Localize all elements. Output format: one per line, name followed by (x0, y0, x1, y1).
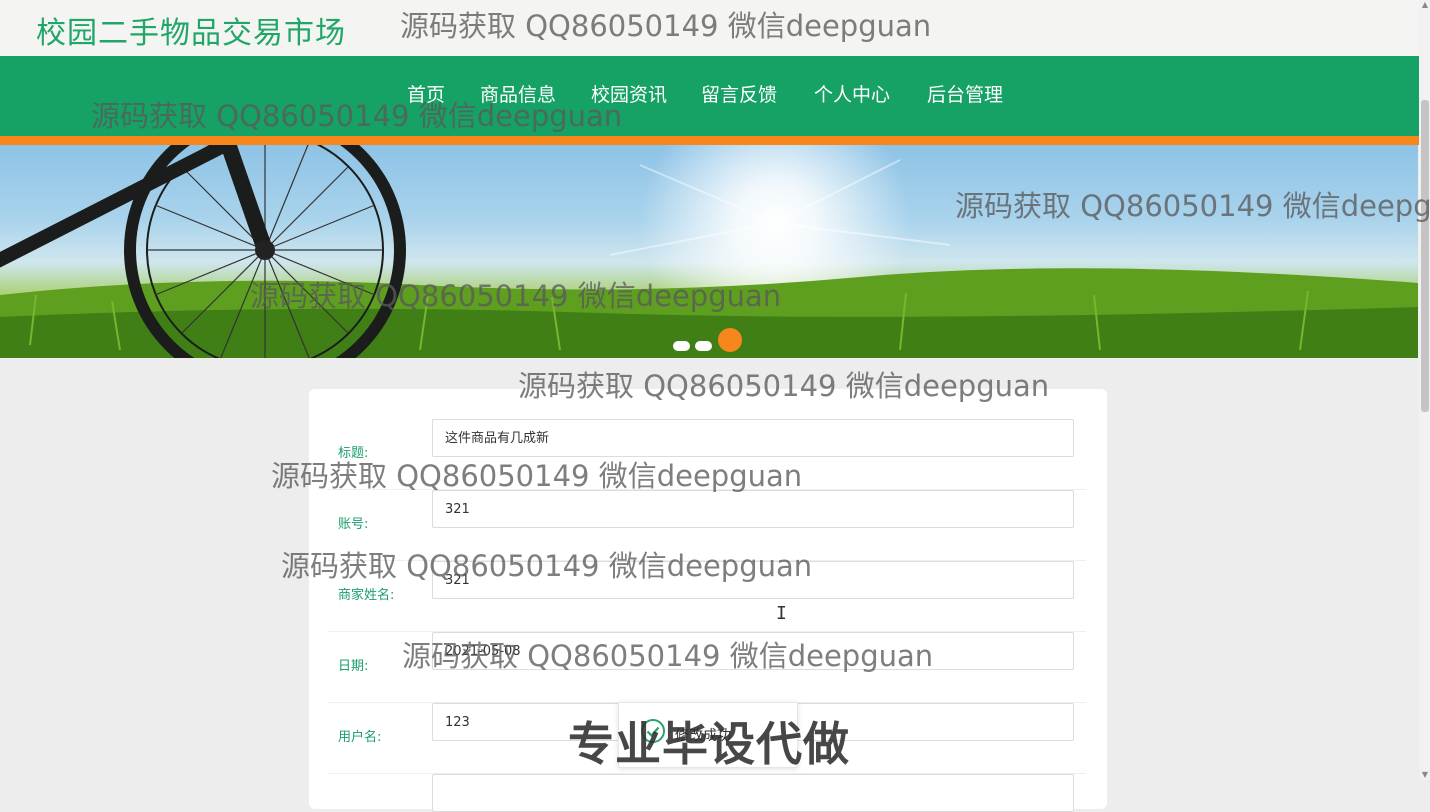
form-row-title: 标题: 这件商品有几成新 (328, 419, 1086, 490)
main-nav: 首页 商品信息 校园资讯 留言反馈 个人中心 后台管理 (0, 80, 1419, 106)
nav-item-products[interactable]: 商品信息 (480, 80, 556, 107)
account-label: 账号: (338, 517, 369, 532)
nav-accent-strip (0, 136, 1419, 145)
text-cursor-icon: I (776, 603, 787, 624)
title-value: 这件商品有几成新 (445, 431, 550, 446)
banner-image (0, 145, 1418, 358)
scroll-up-icon[interactable]: ▲ (1420, 0, 1430, 10)
account-value: 321 (445, 502, 470, 517)
date-value: 2021-05-08 (445, 644, 521, 659)
carousel-dot-2[interactable] (695, 341, 712, 351)
nav-item-personal-center[interactable]: 个人中心 (814, 80, 890, 107)
account-field[interactable]: 321 (432, 490, 1074, 528)
top-header: 校园二手物品交易市场 (0, 0, 1419, 56)
nav-item-home[interactable]: 首页 (407, 80, 445, 107)
nav-item-feedback[interactable]: 留言反馈 (701, 80, 777, 107)
site-title[interactable]: 校园二手物品交易市场 (36, 8, 346, 52)
form-row-account: 账号: 321 (328, 490, 1086, 561)
carousel-dot-3-active[interactable] (718, 328, 742, 352)
watermark-service-text: 专业毕设代做 (568, 717, 850, 771)
nav-item-news[interactable]: 校园资讯 (591, 80, 667, 107)
username-label: 用户名: (338, 730, 382, 745)
carousel-dot-1[interactable] (673, 341, 690, 351)
merchant-name-label: 商家姓名: (338, 588, 395, 603)
merchant-name-field[interactable]: 321 (432, 561, 1074, 599)
merchant-name-value: 321 (445, 573, 470, 588)
banner-carousel (0, 145, 1418, 358)
title-field[interactable]: 这件商品有几成新 (432, 419, 1074, 457)
date-label: 日期: (338, 659, 369, 674)
scroll-down-icon[interactable]: ▼ (1420, 770, 1430, 780)
form-row-merchant-name: 商家姓名: 321 (328, 561, 1086, 632)
username-value: 123 (445, 715, 470, 730)
title-label: 标题: (338, 446, 369, 461)
date-field[interactable]: 2021-05-08 (432, 632, 1074, 670)
form-row-date: 日期: 2021-05-08 (328, 632, 1086, 703)
nav-item-admin[interactable]: 后台管理 (927, 80, 1003, 107)
scrollbar-thumb[interactable] (1421, 100, 1429, 412)
